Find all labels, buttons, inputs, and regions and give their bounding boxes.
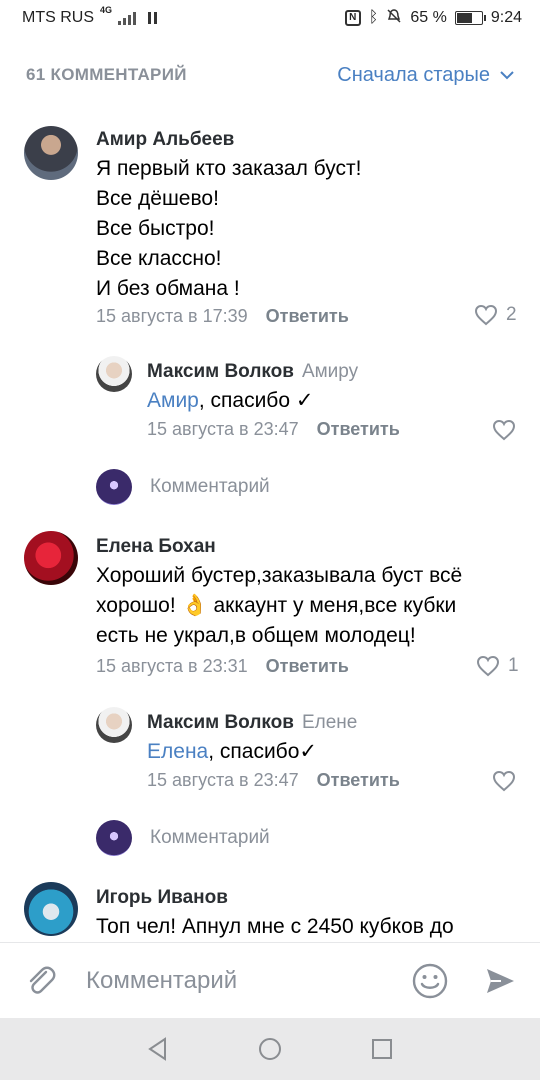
avatar [96, 820, 132, 856]
comment-text: Хороший бустер,заказывала буст всё хорош… [96, 561, 462, 651]
mention-link[interactable]: Амир [147, 389, 199, 412]
sort-label: Сначала старые [337, 63, 490, 86]
comment-meta: 15 августа в 23:31 Ответить [96, 656, 349, 677]
reply-input-placeholder: Комментарий [150, 476, 270, 497]
send-icon[interactable] [484, 965, 516, 997]
reply-author[interactable]: Максим Волков Амиру [147, 361, 358, 383]
heart-icon [474, 304, 498, 326]
comment-meta: 15 августа в 17:39 Ответить [96, 306, 349, 327]
comment-line: И без обмана ! [96, 277, 240, 300]
reply-button[interactable]: Ответить [317, 770, 400, 791]
reply-body: , спасибо ✓ [198, 389, 314, 412]
reply-text: Амир, спасибо ✓ [147, 386, 313, 416]
reply-addressee: Елене [301, 712, 358, 733]
comment-line: Топ чел! Апнул мне с 2450 кубков до [96, 915, 454, 938]
reply-date: 15 августа в 23:47 [147, 770, 299, 790]
reply-input[interactable]: Комментарий [96, 469, 270, 505]
reply-text: Елена, спасибо✓ [147, 737, 317, 767]
comment-line: Все классно! [96, 247, 222, 270]
bluetooth-icon: ᛒ [368, 9, 379, 26]
like-button[interactable] [492, 419, 516, 441]
reply-button[interactable]: Ответить [266, 306, 349, 327]
avatar [96, 469, 132, 505]
home-icon[interactable] [257, 1036, 283, 1062]
like-button[interactable] [492, 770, 516, 792]
reply-body: , спасибо✓ [208, 740, 317, 763]
mute-icon [386, 8, 402, 29]
comment-line: Все быстро! [96, 217, 215, 240]
comment-item: Елена Бохан Хороший бустер,заказывала бу… [0, 519, 540, 869]
comment-line: есть не украл,в общем молодец! [96, 624, 416, 647]
pause-icon [148, 12, 158, 24]
nfc-icon: N [344, 10, 361, 26]
reply-author[interactable]: Максим Волков Елене [147, 712, 357, 734]
comment-date: 15 августа в 17:39 [96, 306, 248, 326]
comment-count: 61 КОММЕНТАРИЙ [26, 65, 187, 84]
reply-input[interactable]: Комментарий [96, 820, 270, 856]
like-button[interactable]: 1 [476, 655, 519, 677]
recents-icon[interactable] [369, 1036, 395, 1062]
comment-line: хорошо! 👌 аккаунт у меня,все кубки [96, 594, 457, 617]
status-bar: MTS RUS 4G N ᛒ 65 % 9:24 [0, 0, 540, 36]
comment-line: Все дёшево! [96, 187, 219, 210]
network-type: 4G [100, 5, 113, 15]
heart-icon [476, 655, 500, 677]
like-count: 2 [506, 304, 517, 325]
reply-input-placeholder: Комментарий [150, 827, 270, 848]
battery-icon [454, 11, 486, 25]
reply-author-name: Максим Волков [147, 712, 294, 733]
avatar[interactable] [96, 356, 132, 392]
comment-input[interactable]: Комментарий [86, 967, 237, 995]
like-count: 1 [508, 655, 519, 676]
reply-button[interactable]: Ответить [266, 656, 349, 677]
comment-input-bar: Комментарий [0, 942, 540, 1018]
comment-author[interactable]: Амир Альбеев [96, 129, 234, 151]
reply-meta: 15 августа в 23:47 Ответить [147, 419, 400, 440]
avatar[interactable] [24, 882, 78, 936]
reply-button[interactable]: Ответить [317, 419, 400, 440]
comment-list[interactable]: Амир Альбеев Я первый кто заказал буст! … [0, 114, 540, 942]
avatar[interactable] [24, 531, 78, 585]
reply-meta: 15 августа в 23:47 Ответить [147, 770, 400, 791]
reply-date: 15 августа в 23:47 [147, 419, 299, 439]
back-icon[interactable] [145, 1036, 171, 1062]
sort-dropdown[interactable]: Сначала старые [337, 64, 514, 87]
comment-line: Хороший бустер,заказывала буст всё [96, 564, 463, 587]
avatar[interactable] [96, 707, 132, 743]
signal-icon [118, 11, 137, 25]
like-button[interactable]: 2 [474, 304, 517, 326]
avatar[interactable] [24, 126, 78, 180]
paperclip-icon[interactable] [24, 964, 58, 998]
comment-text: Я первый кто заказал буст! Все дёшево! В… [96, 154, 361, 304]
comments-header: 61 КОММЕНТАРИЙ Сначала старые [0, 36, 540, 114]
comment-line: Я первый кто заказал буст! [96, 157, 362, 180]
heart-icon [492, 419, 516, 441]
system-nav-bar [0, 1018, 540, 1080]
reply-author-name: Максим Волков [147, 361, 294, 382]
heart-icon [492, 770, 516, 792]
chevron-down-icon [500, 71, 514, 80]
comment-date: 15 августа в 23:31 [96, 656, 248, 676]
carrier-label: MTS RUS [22, 9, 94, 26]
comment-author[interactable]: Елена Бохан [96, 536, 216, 558]
mention-link[interactable]: Елена [147, 740, 208, 763]
emoji-icon[interactable] [412, 963, 448, 999]
battery-percent: 65 % [410, 9, 447, 26]
clock: 9:24 [490, 9, 522, 26]
comment-item: Амир Альбеев Я первый кто заказал буст! … [0, 114, 540, 514]
comment-item: Игорь Иванов Топ чел! Апнул мне с 2450 к… [0, 870, 540, 942]
comment-text: Топ чел! Апнул мне с 2450 кубков до [96, 912, 454, 942]
reply-addressee: Амиру [301, 361, 359, 382]
comment-author[interactable]: Игорь Иванов [96, 887, 228, 909]
